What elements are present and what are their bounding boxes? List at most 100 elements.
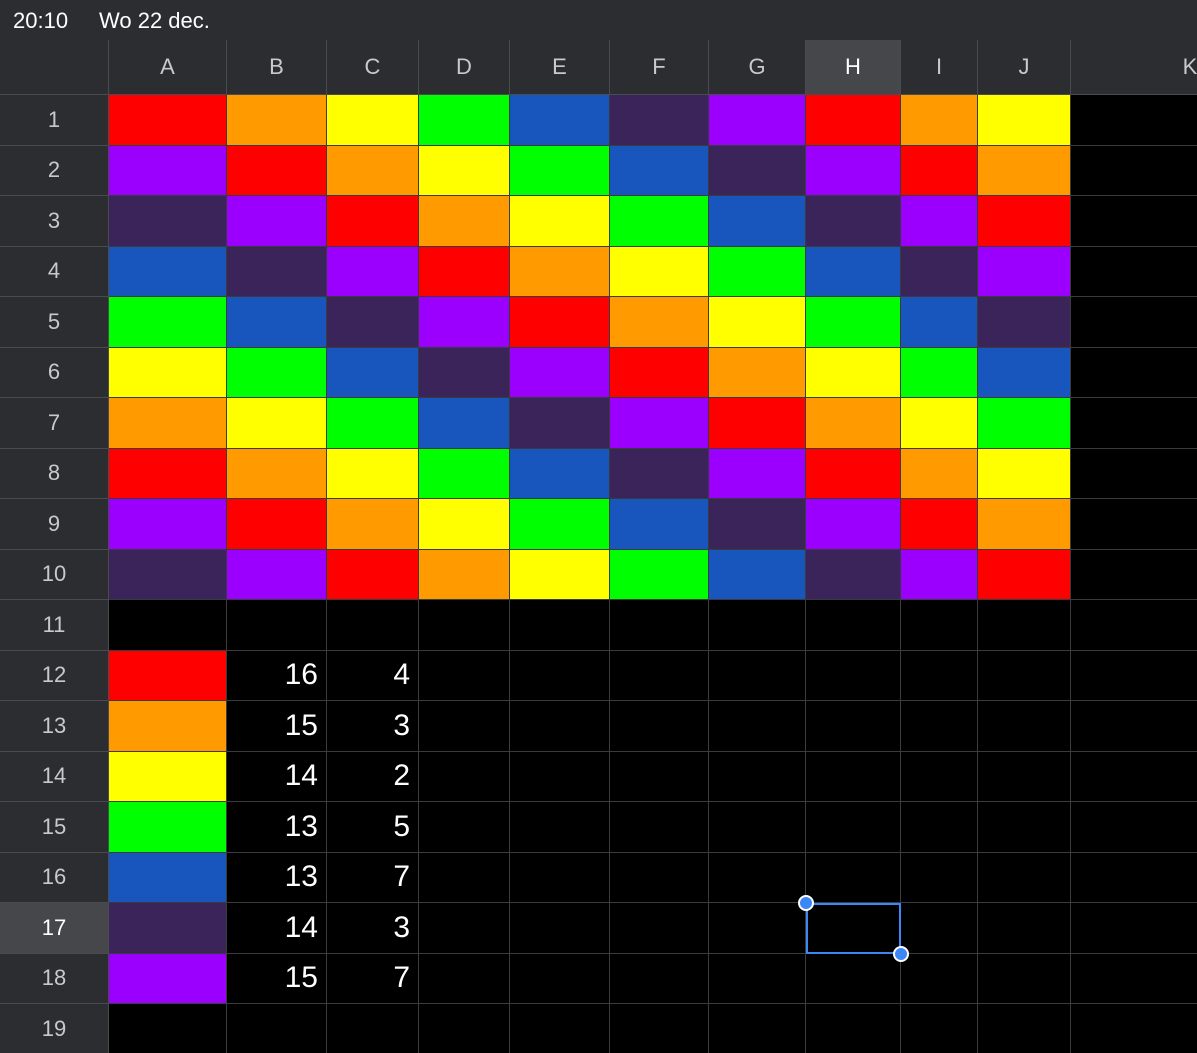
cell-e5[interactable] (510, 297, 610, 348)
cell-k11[interactable] (1071, 600, 1197, 651)
cell-a5[interactable] (109, 297, 227, 348)
column-header-f[interactable]: F (610, 40, 709, 95)
cell-d16[interactable] (419, 852, 510, 903)
cell-h18[interactable] (806, 953, 901, 1004)
cell-j2[interactable] (978, 145, 1071, 196)
cell-e12[interactable] (510, 650, 610, 701)
cell-d12[interactable] (419, 650, 510, 701)
cell-f15[interactable] (610, 802, 709, 853)
cell-g6[interactable] (709, 347, 806, 398)
selection-end-handle[interactable] (893, 945, 909, 962)
cell-k2[interactable] (1071, 146, 1197, 196)
row-header-6[interactable]: 6 (0, 347, 109, 398)
cell-d8[interactable] (419, 448, 510, 499)
cell-h1[interactable] (806, 95, 901, 146)
cell-d10[interactable] (419, 549, 510, 600)
cell-b2[interactable] (227, 145, 327, 196)
cell-b18[interactable]: 15 (227, 953, 327, 1004)
cell-f1[interactable] (610, 95, 709, 146)
cell-g3[interactable] (709, 196, 806, 247)
cell-h14[interactable] (806, 751, 901, 802)
cell-h19[interactable] (806, 1004, 901, 1053)
cell-i17[interactable] (901, 903, 978, 954)
cell-b14[interactable]: 14 (227, 751, 327, 802)
cell-h15[interactable] (806, 802, 901, 853)
cell-k7[interactable] (1071, 398, 1197, 449)
column-header-i[interactable]: I (901, 40, 978, 95)
cell-a9[interactable] (109, 499, 227, 550)
cell-i5[interactable] (901, 297, 978, 348)
cell-a12[interactable] (109, 650, 227, 701)
cell-c14[interactable]: 2 (327, 751, 419, 802)
cell-f4[interactable] (610, 246, 709, 297)
cell-c9[interactable] (327, 499, 419, 550)
cell-j12[interactable] (978, 650, 1071, 701)
cell-e3[interactable] (510, 196, 610, 247)
cell-a1[interactable] (109, 95, 227, 146)
select-all-corner[interactable] (0, 40, 109, 95)
selection-start-handle[interactable] (798, 895, 814, 911)
row-header-5[interactable]: 5 (0, 297, 109, 348)
cell-f3[interactable] (610, 196, 709, 247)
cell-j17[interactable] (978, 903, 1071, 954)
column-header-b[interactable]: B (227, 40, 327, 95)
row-header-16[interactable]: 16 (0, 852, 109, 903)
row-header-17[interactable]: 17 (0, 903, 109, 954)
cell-h4[interactable] (806, 246, 901, 297)
cell-b19[interactable] (227, 1004, 327, 1053)
cell-e2[interactable] (510, 145, 610, 196)
row-header-9[interactable]: 9 (0, 499, 109, 550)
cell-k10[interactable] (1071, 550, 1197, 600)
cell-c19[interactable] (327, 1004, 419, 1053)
cell-i4[interactable] (901, 246, 978, 297)
cell-b8[interactable] (227, 448, 327, 499)
cell-g5[interactable] (709, 297, 806, 348)
row-header-3[interactable]: 3 (0, 196, 109, 247)
cell-h9[interactable] (806, 499, 901, 550)
cell-k17[interactable] (1071, 903, 1197, 954)
cell-f17[interactable] (610, 903, 709, 954)
cell-f12[interactable] (610, 650, 709, 701)
cell-h5[interactable] (806, 297, 901, 348)
cell-c10[interactable] (327, 549, 419, 600)
cell-h6[interactable] (806, 347, 901, 398)
cell-f11[interactable] (610, 600, 709, 651)
cell-k12[interactable] (1071, 651, 1197, 701)
cell-j3[interactable] (978, 196, 1071, 247)
row-header-18[interactable]: 18 (0, 953, 109, 1004)
cell-d11[interactable] (419, 600, 510, 651)
cell-j15[interactable] (978, 802, 1071, 853)
cell-c6[interactable] (327, 347, 419, 398)
cell-h3[interactable] (806, 196, 901, 247)
cell-j7[interactable] (978, 398, 1071, 449)
cell-a15[interactable] (109, 802, 227, 853)
cell-g7[interactable] (709, 398, 806, 449)
cell-f6[interactable] (610, 347, 709, 398)
cell-a13[interactable] (109, 701, 227, 752)
row-header-15[interactable]: 15 (0, 802, 109, 853)
cell-d17[interactable] (419, 903, 510, 954)
cell-k5[interactable] (1071, 297, 1197, 348)
cell-k1[interactable] (1071, 95, 1197, 146)
column-header-c[interactable]: C (327, 40, 419, 95)
cell-h7[interactable] (806, 398, 901, 449)
cell-f16[interactable] (610, 852, 709, 903)
cell-j13[interactable] (978, 701, 1071, 752)
cell-b5[interactable] (227, 297, 327, 348)
cell-d4[interactable] (419, 246, 510, 297)
cell-a17[interactable] (109, 903, 227, 954)
cell-h8[interactable] (806, 448, 901, 499)
cell-i11[interactable] (901, 600, 978, 651)
cell-e15[interactable] (510, 802, 610, 853)
column-header-h[interactable]: H (806, 40, 901, 95)
cell-f2[interactable] (610, 145, 709, 196)
cell-c12[interactable]: 4 (327, 650, 419, 701)
cell-j10[interactable] (978, 549, 1071, 600)
cell-e11[interactable] (510, 600, 610, 651)
cell-g8[interactable] (709, 448, 806, 499)
cell-k13[interactable] (1071, 701, 1197, 752)
cell-e18[interactable] (510, 953, 610, 1004)
cell-g4[interactable] (709, 246, 806, 297)
row-header-11[interactable]: 11 (0, 600, 109, 651)
row-header-13[interactable]: 13 (0, 701, 109, 752)
